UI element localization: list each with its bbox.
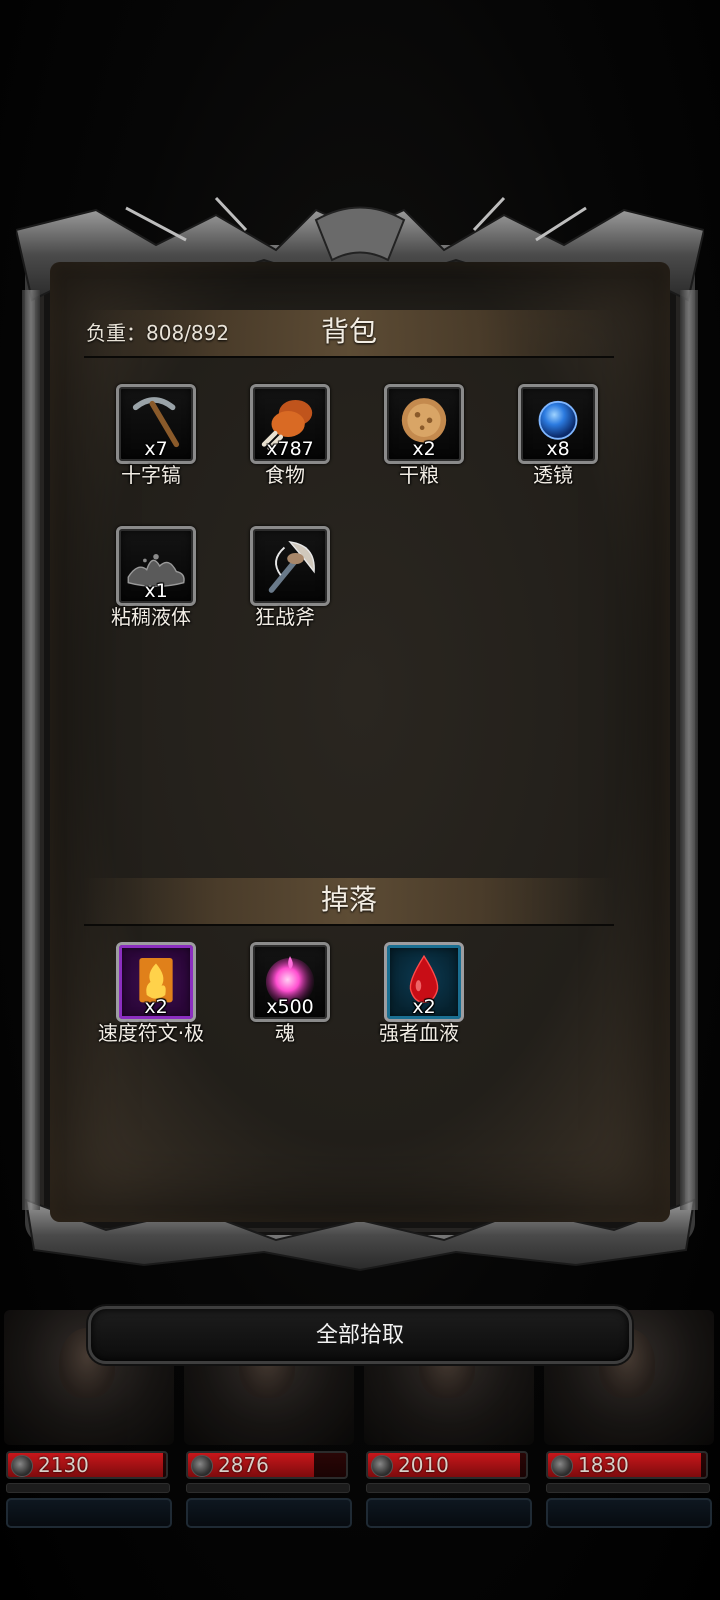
hp-orb-icon — [551, 1455, 573, 1477]
hp-orb-icon — [371, 1455, 393, 1477]
item-count: x2 — [144, 996, 168, 1018]
item-count: x1 — [144, 580, 168, 602]
collect-all-label: 全部拾取 — [315, 1323, 404, 1348]
hero-name-plate — [186, 1498, 352, 1528]
drop-item-strong-blood[interactable]: x2 强者血液 — [364, 942, 474, 1072]
backpack-item-battle-axe[interactable]: 狂战斧 — [230, 526, 340, 656]
hero-hp-value: 1830 — [578, 1453, 629, 1477]
drops-header: 掉落 — [84, 878, 614, 926]
item-slot[interactable]: x2 — [116, 942, 196, 1022]
item-slot[interactable]: x2 — [384, 384, 464, 464]
item-slot[interactable]: x500 — [250, 942, 330, 1022]
hp-orb-icon — [11, 1455, 33, 1477]
backpack-item-rations[interactable]: x2 干粮 — [364, 384, 474, 514]
item-name: 干粮 — [399, 463, 439, 487]
item-count: x787 — [266, 438, 314, 460]
hero-hp-value: 2010 — [398, 1453, 449, 1477]
hero-name-plate — [366, 1498, 532, 1528]
item-name: 粘稠液体 — [111, 605, 191, 629]
hero-hp-value: 2130 — [38, 1453, 89, 1477]
item-count: x2 — [412, 996, 436, 1018]
item-name: 速度符文·极 — [97, 1021, 205, 1045]
item-slot[interactable]: x2 — [384, 942, 464, 1022]
backpack-item-viscous-liquid[interactable]: x1 粘稠液体 — [96, 526, 206, 656]
item-slot[interactable] — [250, 526, 330, 606]
backpack-title: 背包 — [320, 315, 377, 348]
item-name: 狂战斧 — [255, 605, 315, 629]
hero-hp-bar: 2876 — [186, 1451, 348, 1479]
hp-orb-icon — [191, 1455, 213, 1477]
drops-title: 掉落 — [320, 883, 377, 916]
backpack-item-food[interactable]: x787 食物 — [230, 384, 340, 514]
hero-energy-bar — [366, 1483, 530, 1493]
collect-all-button[interactable]: 全部拾取 — [88, 1306, 632, 1364]
hero-hp-bar: 2130 — [6, 1451, 168, 1479]
backpack-item-pickaxe[interactable]: x7 十字镐 — [96, 384, 206, 514]
drop-item-soul[interactable]: x500 魂 — [230, 942, 340, 1072]
drop-item-speed-rune[interactable]: x2 速度符文·极 — [96, 942, 206, 1072]
backpack-header: 负重：808/892 背包 — [84, 310, 614, 358]
item-slot[interactable]: x7 — [116, 384, 196, 464]
item-count: x7 — [144, 438, 168, 460]
hero-hp-value: 2876 — [218, 1453, 269, 1477]
item-count: x2 — [412, 438, 436, 460]
battle-axe-icon — [268, 540, 315, 593]
item-name: 透镜 — [533, 463, 573, 487]
item-name: 十字镐 — [121, 463, 181, 487]
item-name: 强者血液 — [379, 1021, 459, 1045]
item-slot[interactable]: x8 — [518, 384, 598, 464]
item-name: 魂 — [275, 1021, 295, 1045]
hero-hp-bar: 2010 — [366, 1451, 528, 1479]
game-screen: 2130 2876 2010 1830 负重：808/892 背包 x7 十字镐… — [0, 0, 720, 1600]
hero-energy-bar — [6, 1483, 170, 1493]
item-slot[interactable]: x787 — [250, 384, 330, 464]
item-name: 食物 — [265, 463, 305, 487]
item-slot[interactable]: x1 — [116, 526, 196, 606]
hero-hp-bar: 1830 — [546, 1451, 708, 1479]
item-count: x8 — [546, 438, 570, 460]
hero-name-plate — [546, 1498, 712, 1528]
hero-energy-bar — [546, 1483, 710, 1493]
hero-energy-bar — [186, 1483, 350, 1493]
item-count: x500 — [266, 996, 314, 1018]
hero-name-plate — [6, 1498, 172, 1528]
backpack-item-lens[interactable]: x8 透镜 — [498, 384, 608, 514]
